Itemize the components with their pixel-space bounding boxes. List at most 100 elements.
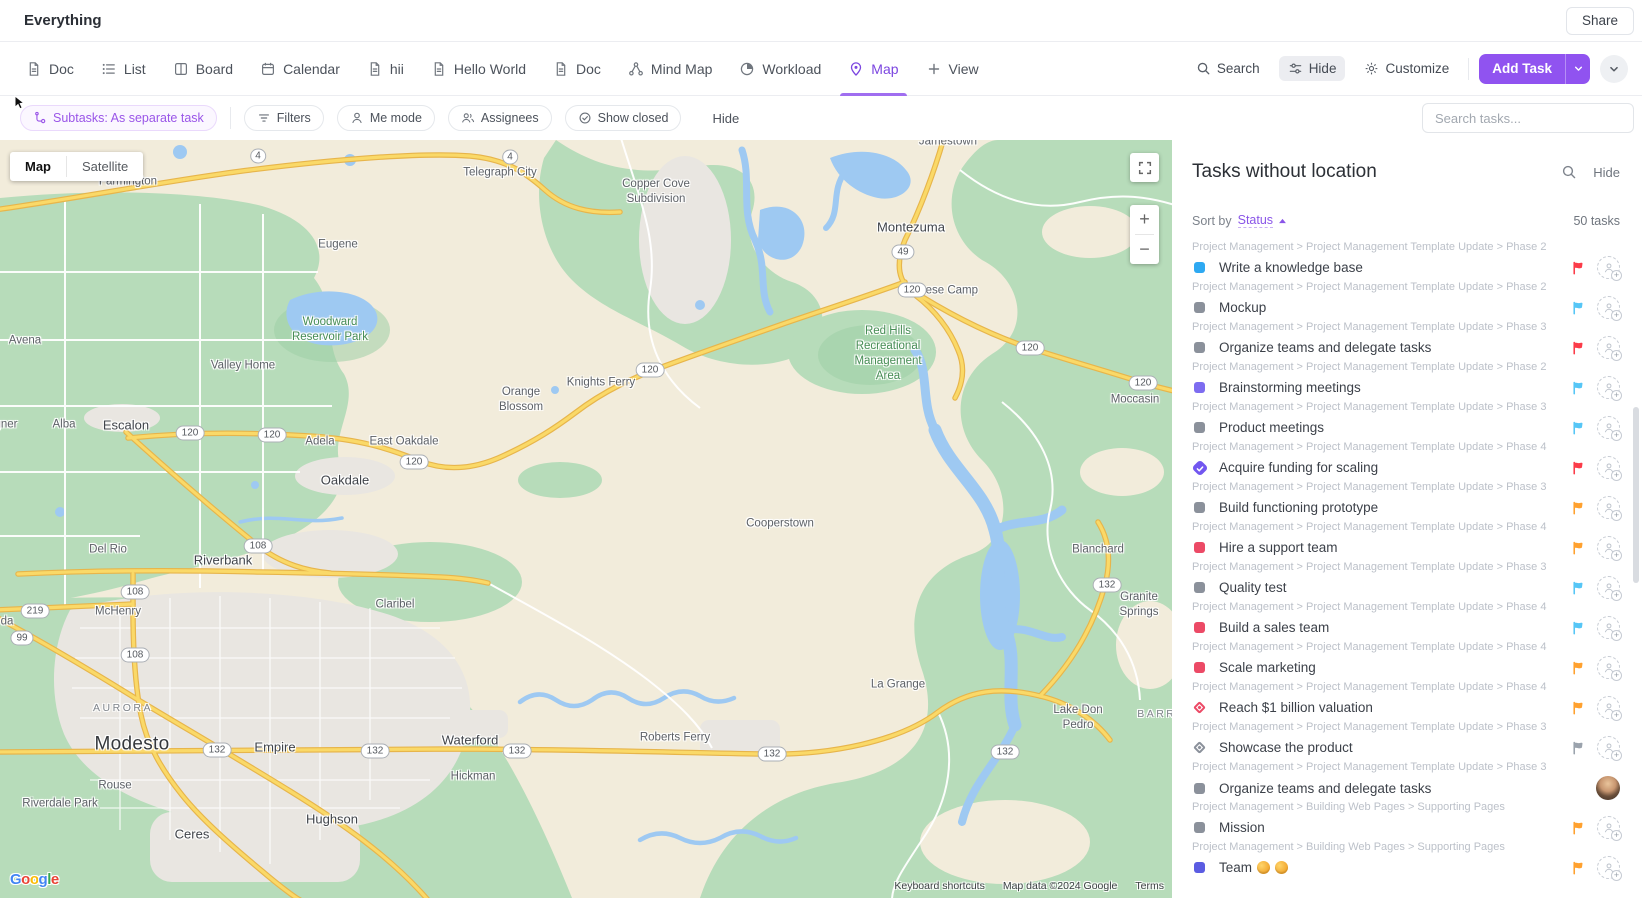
add-assignee-button[interactable]: + — [1597, 336, 1620, 359]
tab-add-view[interactable]: View — [926, 42, 979, 95]
task-title[interactable]: Scale marketing — [1219, 660, 1316, 675]
panel-scrollbar[interactable] — [1633, 407, 1639, 583]
share-button[interactable]: Share — [1566, 7, 1634, 35]
tab-workload[interactable]: Workload — [739, 42, 821, 95]
task-row-build-a-sales-team[interactable]: Project Management > Project Management … — [1192, 597, 1620, 637]
status-icon[interactable] — [1194, 422, 1205, 433]
show-closed-pill[interactable]: Show closed — [565, 105, 682, 131]
task-title[interactable]: Quality test — [1219, 580, 1287, 595]
status-icon[interactable] — [1194, 622, 1205, 633]
task-title[interactable]: Mission — [1219, 820, 1265, 835]
status-done-icon[interactable] — [1191, 459, 1208, 476]
status-icon[interactable] — [1194, 662, 1205, 673]
task-row-organize-teams-and-delegate-tasks[interactable]: Project Management > Project Management … — [1192, 317, 1620, 357]
hide-filters-button[interactable]: Hide — [712, 111, 739, 126]
add-assignee-button[interactable]: + — [1597, 256, 1620, 279]
tab-hii[interactable]: hii — [367, 42, 404, 95]
map-type-satellite-button[interactable]: Satellite — [67, 152, 143, 181]
map-type-map-button[interactable]: Map — [10, 152, 66, 181]
status-icon[interactable] — [1194, 783, 1205, 794]
tab-map[interactable]: Map — [848, 42, 898, 95]
zoom-in-button[interactable]: + — [1130, 205, 1159, 234]
task-title[interactable]: Write a knowledge base — [1219, 260, 1363, 275]
task-row-reach-1-billion-valuation[interactable]: Project Management > Project Management … — [1192, 677, 1620, 717]
tab-doc[interactable]: Doc — [26, 42, 74, 95]
status-icon[interactable] — [1194, 342, 1205, 353]
add-assignee-button[interactable]: + — [1597, 496, 1620, 519]
subtasks-pill[interactable]: Subtasks: As separate task — [20, 105, 217, 131]
priority-flag-icon[interactable] — [1572, 261, 1585, 275]
tab-board[interactable]: Board — [173, 42, 233, 95]
tab-mind-map[interactable]: Mind Map — [628, 42, 712, 95]
task-title[interactable]: Organize teams and delegate tasks — [1219, 340, 1431, 355]
task-title[interactable]: Build functioning prototype — [1219, 500, 1378, 515]
priority-flag-icon[interactable] — [1572, 861, 1585, 875]
priority-flag-icon[interactable] — [1572, 621, 1585, 635]
task-title[interactable]: Reach $1 billion valuation — [1219, 700, 1373, 715]
filters-pill[interactable]: Filters — [244, 105, 324, 131]
priority-flag-icon[interactable] — [1572, 541, 1585, 555]
sort-ascending-icon[interactable] — [1278, 218, 1287, 224]
tab-calendar[interactable]: Calendar — [260, 42, 340, 95]
add-assignee-button[interactable]: + — [1597, 376, 1620, 399]
task-row-brainstorming-meetings[interactable]: Project Management > Project Management … — [1192, 357, 1620, 397]
task-row-showcase-the-product[interactable]: Project Management > Project Management … — [1192, 717, 1620, 757]
priority-flag-icon[interactable] — [1572, 821, 1585, 835]
priority-flag-icon[interactable] — [1572, 581, 1585, 595]
add-assignee-button[interactable]: + — [1597, 696, 1620, 719]
sort-by-status[interactable]: Status — [1238, 213, 1273, 228]
add-assignee-button[interactable]: + — [1597, 656, 1620, 679]
task-title[interactable]: Product meetings — [1219, 420, 1324, 435]
task-row-hire-a-support-team[interactable]: Project Management > Project Management … — [1192, 517, 1620, 557]
status-icon[interactable] — [1194, 382, 1205, 393]
task-row-acquire-funding-for-scaling[interactable]: Project Management > Project Management … — [1192, 437, 1620, 477]
status-icon[interactable] — [1194, 822, 1205, 833]
tab-doc[interactable]: Doc — [553, 42, 601, 95]
search-tasks-input[interactable] — [1422, 103, 1634, 133]
milestone-icon[interactable] — [1193, 741, 1206, 754]
collapse-toolbar-button[interactable] — [1600, 55, 1628, 83]
hide-fields-button[interactable]: Hide — [1279, 56, 1346, 81]
add-assignee-button[interactable]: + — [1597, 456, 1620, 479]
assignees-pill[interactable]: Assignees — [448, 105, 552, 131]
task-title[interactable]: Build a sales team — [1219, 620, 1329, 635]
priority-flag-icon[interactable] — [1572, 501, 1585, 515]
add-assignee-button[interactable]: + — [1597, 816, 1620, 839]
status-icon[interactable] — [1194, 862, 1205, 873]
zoom-out-button[interactable]: − — [1130, 235, 1159, 264]
priority-flag-icon[interactable] — [1572, 341, 1585, 355]
task-title[interactable]: Team — [1219, 860, 1288, 875]
task-row-organize-teams-and-delegate-tasks[interactable]: Project Management > Project Management … — [1192, 757, 1620, 797]
add-assignee-button[interactable]: + — [1597, 416, 1620, 439]
add-assignee-button[interactable]: + — [1597, 296, 1620, 319]
task-row-write-a-knowledge-base[interactable]: Project Management > Project Management … — [1192, 237, 1620, 277]
add-assignee-button[interactable]: + — [1597, 536, 1620, 559]
tab-hello-world[interactable]: Hello World — [431, 42, 526, 95]
fullscreen-button[interactable] — [1130, 153, 1159, 182]
priority-flag-icon[interactable] — [1572, 301, 1585, 315]
milestone-icon[interactable] — [1193, 701, 1206, 714]
tab-list[interactable]: List — [101, 42, 146, 95]
add-task-button[interactable]: Add Task — [1479, 54, 1590, 84]
customize-button[interactable]: Customize — [1355, 56, 1458, 81]
task-row-team[interactable]: Project Management > Building Web Pages … — [1192, 837, 1620, 877]
status-icon[interactable] — [1194, 542, 1205, 553]
task-row-mockup[interactable]: Project Management > Project Management … — [1192, 277, 1620, 317]
add-task-dropdown[interactable] — [1565, 54, 1590, 84]
priority-flag-icon[interactable] — [1572, 421, 1585, 435]
priority-flag-icon[interactable] — [1572, 741, 1585, 755]
keyboard-shortcuts-link[interactable]: Keyboard shortcuts — [894, 880, 984, 892]
priority-flag-icon[interactable] — [1572, 701, 1585, 715]
task-title[interactable]: Organize teams and delegate tasks — [1219, 781, 1431, 796]
task-title[interactable]: Hire a support team — [1219, 540, 1338, 555]
add-assignee-button[interactable]: + — [1597, 736, 1620, 759]
terms-link[interactable]: Terms — [1135, 880, 1164, 892]
status-icon[interactable] — [1194, 582, 1205, 593]
status-icon[interactable] — [1194, 262, 1205, 273]
task-title[interactable]: Acquire funding for scaling — [1219, 460, 1378, 475]
me-mode-pill[interactable]: Me mode — [337, 105, 435, 131]
status-icon[interactable] — [1194, 302, 1205, 313]
task-row-product-meetings[interactable]: Project Management > Project Management … — [1192, 397, 1620, 437]
add-assignee-button[interactable]: + — [1597, 576, 1620, 599]
task-row-build-functioning-prototype[interactable]: Project Management > Project Management … — [1192, 477, 1620, 517]
